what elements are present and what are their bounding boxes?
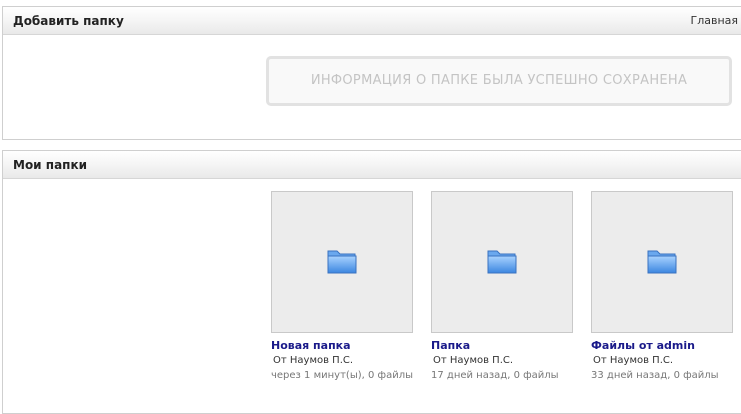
folder-meta: 17 дней назад, 0 файлы	[431, 370, 559, 381]
folder-name-link[interactable]: Файлы от admin	[591, 339, 736, 352]
folder-name-link[interactable]: Новая папка	[271, 339, 416, 352]
folder-meta: через 1 минут(ы), 0 файлы	[271, 370, 413, 381]
folder-owner: От Наумов П.С.	[273, 355, 354, 366]
folder-owner: От Наумов П.С.	[593, 355, 674, 366]
home-link[interactable]: Главная	[690, 7, 738, 35]
folder-card[interactable]: Новая папка От Наумов П.С. через 1 минут…	[271, 191, 416, 381]
my-folders-panel: Мои папки Новая папка От Наумов П.С. чер…	[2, 150, 741, 414]
my-folders-title: Мои папки	[13, 158, 88, 172]
my-folders-header: Мои папки	[3, 151, 741, 179]
folder-thumbnail[interactable]	[271, 191, 413, 333]
add-folder-header: Добавить папку Главная	[3, 7, 741, 35]
folder-icon	[327, 250, 357, 274]
folder-thumbnail[interactable]	[591, 191, 733, 333]
folder-card[interactable]: Файлы от admin От Наумов П.С. 33 дней на…	[591, 191, 736, 381]
folder-owner: От Наумов П.С.	[433, 355, 514, 366]
folder-icon	[487, 250, 517, 274]
folder-icon	[647, 250, 677, 274]
success-notice: ИНФОРМАЦИЯ О ПАПКЕ БЫЛА УСПЕШНО СОХРАНЕН…	[266, 56, 732, 106]
folder-meta: 33 дней назад, 0 файлы	[591, 370, 719, 381]
add-folder-title: Добавить папку	[13, 14, 124, 28]
folder-thumbnail[interactable]	[431, 191, 573, 333]
folder-card[interactable]: Папка От Наумов П.С. 17 дней назад, 0 фа…	[431, 191, 576, 381]
folder-name-link[interactable]: Папка	[431, 339, 576, 352]
